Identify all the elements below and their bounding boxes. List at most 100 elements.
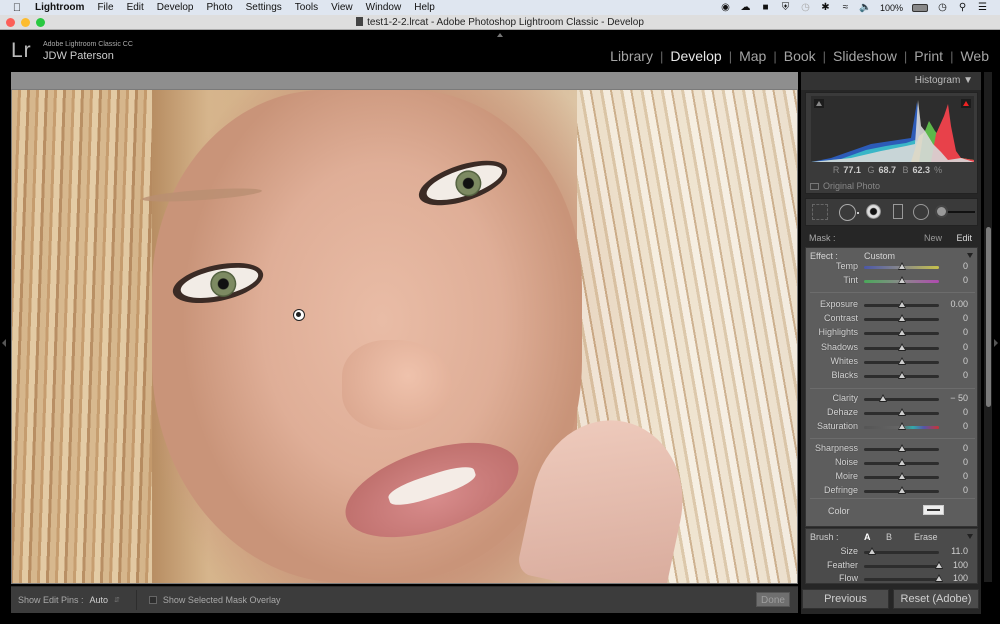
slider-thumb[interactable] [897, 472, 906, 480]
slider-track[interactable] [864, 343, 939, 351]
slider-value[interactable]: 0 [963, 421, 968, 431]
module-develop[interactable]: Develop [663, 48, 728, 64]
slider-track[interactable] [864, 422, 939, 430]
slider-track[interactable] [864, 357, 939, 365]
volume-icon[interactable]: 🔈 [859, 2, 871, 13]
spotlight-search-icon[interactable]: ⚲ [957, 2, 968, 13]
menu-develop[interactable]: Develop [157, 2, 194, 13]
adjustment-brush-icon[interactable] [937, 207, 975, 216]
slider-value[interactable]: 0 [963, 370, 968, 380]
backup-icon[interactable]: ■ [760, 2, 771, 13]
clock-icon[interactable]: ◷ [937, 2, 948, 13]
module-print[interactable]: Print [907, 48, 950, 64]
shadow-clipping-toggle-icon[interactable] [814, 99, 824, 108]
mask-new-button[interactable]: New [924, 229, 942, 247]
left-panel-toggle-icon[interactable] [2, 339, 6, 347]
slider-value[interactable]: 0 [963, 457, 968, 467]
apple-icon[interactable]:  [10, 2, 24, 14]
slider-thumb[interactable] [935, 561, 943, 569]
slider-value[interactable]: 0 [963, 356, 968, 366]
slider-thumb[interactable] [897, 300, 906, 308]
slider-thumb[interactable] [935, 574, 943, 582]
shield-icon[interactable]: ⛨ [780, 2, 791, 13]
slider-track[interactable] [864, 547, 939, 555]
cloud-upload-icon[interactable]: ☁ [740, 2, 751, 13]
menu-photo[interactable]: Photo [207, 2, 233, 13]
menu-app-name[interactable]: Lightroom [35, 2, 84, 13]
slider-value[interactable]: 0 [963, 275, 968, 285]
slider-track[interactable] [864, 472, 939, 480]
graduated-filter-icon[interactable] [893, 204, 903, 219]
top-panel-toggle-icon[interactable] [497, 33, 503, 37]
slider-track[interactable] [864, 561, 943, 569]
slider-thumb[interactable] [897, 422, 906, 430]
creative-cloud-icon[interactable]: ◉ [720, 2, 731, 13]
spot-removal-icon[interactable] [839, 204, 859, 221]
show-edit-pins-select[interactable]: Auto [90, 595, 109, 605]
updown-chevron-icon[interactable]: ⇵ [114, 596, 120, 604]
slider-value[interactable]: 0 [963, 342, 968, 352]
slider-value[interactable]: 0.00 [950, 299, 968, 309]
slider-track[interactable] [864, 276, 939, 284]
slider-value[interactable]: 0 [963, 443, 968, 453]
slider-thumb[interactable] [878, 394, 887, 402]
previous-button[interactable]: Previous [802, 589, 889, 609]
slider-track[interactable] [864, 408, 939, 416]
histogram-header[interactable]: Histogram ▼ [801, 72, 981, 90]
slider-thumb[interactable] [897, 408, 906, 416]
menu-help[interactable]: Help [414, 2, 435, 13]
slider-value[interactable]: 11.0 [951, 546, 968, 556]
time-machine-icon[interactable]: ◷ [800, 2, 811, 13]
slider-value[interactable]: − 50 [950, 393, 968, 403]
slider-thumb[interactable] [897, 328, 906, 336]
mask-overlay-checkbox[interactable] [148, 596, 157, 604]
module-map[interactable]: Map [732, 48, 773, 64]
slider-thumb[interactable] [897, 357, 906, 365]
slider-thumb[interactable] [897, 371, 906, 379]
slider-value[interactable]: 0 [963, 313, 968, 323]
bluetooth-icon[interactable]: ✱ [820, 2, 831, 13]
brush-collapse-icon[interactable] [967, 534, 973, 539]
slider-thumb[interactable] [897, 314, 906, 322]
original-photo-checkbox[interactable] [810, 182, 819, 190]
slider-value[interactable]: 100 [953, 560, 968, 570]
menu-tools[interactable]: Tools [295, 2, 318, 13]
mask-overlay-label[interactable]: Show Selected Mask Overlay [163, 595, 281, 605]
slider-track[interactable] [864, 444, 939, 452]
collapse-triangle-icon[interactable]: ▼ [963, 75, 973, 86]
slider-track[interactable] [864, 574, 943, 582]
slider-track[interactable] [864, 486, 939, 494]
wifi-icon[interactable]: ≈ [840, 2, 851, 13]
module-slideshow[interactable]: Slideshow [826, 48, 904, 64]
effect-collapse-icon[interactable] [967, 253, 973, 258]
module-book[interactable]: Book [777, 48, 823, 64]
module-web[interactable]: Web [953, 48, 996, 64]
menu-file[interactable]: File [97, 2, 113, 13]
slider-track[interactable] [864, 314, 939, 322]
slider-track[interactable] [864, 262, 939, 270]
slider-track[interactable] [864, 371, 939, 379]
red-eye-correction-icon[interactable] [866, 204, 881, 219]
slider-value[interactable]: 0 [963, 407, 968, 417]
photo-preview[interactable] [12, 90, 797, 583]
slider-thumb[interactable] [897, 276, 906, 284]
original-photo-toggle[interactable]: Original Photo [810, 181, 880, 191]
slider-track[interactable] [864, 300, 939, 308]
slider-thumb[interactable] [897, 486, 906, 494]
done-button[interactable]: Done [756, 592, 790, 607]
slider-value[interactable]: 0 [963, 327, 968, 337]
menu-settings[interactable]: Settings [246, 2, 282, 13]
slider-thumb[interactable] [867, 547, 876, 555]
edit-pin-icon[interactable] [293, 309, 305, 321]
close-window-button[interactable] [6, 18, 15, 27]
module-library[interactable]: Library [603, 48, 660, 64]
right-panel-scrollbar[interactable] [984, 72, 992, 582]
slider-thumb[interactable] [897, 444, 906, 452]
slider-thumb[interactable] [897, 343, 906, 351]
slider-track[interactable] [864, 458, 939, 466]
crop-overlay-icon[interactable] [812, 204, 828, 220]
notification-center-icon[interactable]: ☰ [977, 2, 988, 13]
brush-a-button[interactable]: A [864, 532, 871, 542]
slider-track[interactable] [864, 328, 939, 336]
menu-edit[interactable]: Edit [127, 2, 144, 13]
